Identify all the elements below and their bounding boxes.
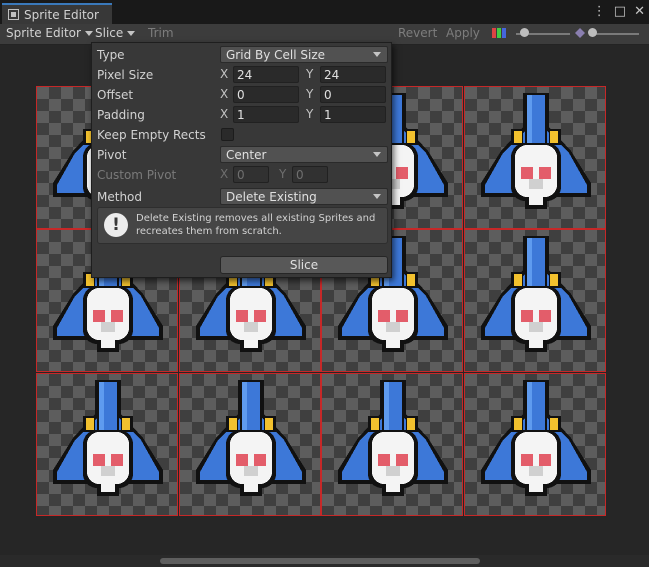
padding-y-label: Y [306, 107, 314, 121]
chevron-down-icon [84, 31, 93, 36]
slice-button[interactable]: Slice [220, 256, 388, 274]
pixel-size-x-label: X [220, 67, 229, 81]
pixel-size-label: Pixel Size [97, 68, 154, 82]
window-tab-bar: Sprite Editor ⋮ □ ✕ [0, 0, 649, 24]
custom-pivot-x-field: 0 [233, 166, 269, 183]
spaceship-sprite [481, 380, 591, 496]
type-label: Type [97, 48, 125, 62]
padding-y-field[interactable]: 1 [320, 106, 386, 123]
spaceship-sprite [481, 93, 591, 209]
maximize-icon[interactable]: □ [614, 4, 626, 19]
method-dropdown[interactable]: Delete Existing [220, 188, 388, 205]
keep-empty-rects-checkbox[interactable] [221, 128, 234, 141]
method-label: Method [97, 190, 143, 204]
sprite-cell[interactable] [464, 229, 606, 372]
tab-sprite-editor[interactable]: Sprite Editor [2, 3, 112, 24]
sprite-editor-dropdown[interactable]: Sprite Editor [6, 26, 93, 40]
type-dropdown[interactable]: Grid By Cell Size [220, 46, 388, 63]
revert-button[interactable]: Revert [398, 26, 437, 40]
mipmap-icon [575, 28, 585, 38]
offset-y-field[interactable]: 0 [320, 86, 386, 103]
pivot-dropdown[interactable]: Center [220, 146, 388, 163]
sprite-cell[interactable] [36, 373, 178, 516]
padding-label: Padding [97, 108, 145, 122]
apply-button[interactable]: Apply [446, 26, 480, 40]
window-controls: ⋮ □ ✕ [593, 4, 645, 19]
sprite-cell[interactable] [179, 373, 321, 516]
chevron-down-icon [127, 31, 136, 36]
custom-pivot-y-field: 0 [292, 166, 328, 183]
close-icon[interactable]: ✕ [634, 4, 645, 19]
more-options-icon[interactable]: ⋮ [593, 4, 606, 19]
sprite-cell[interactable] [464, 86, 606, 229]
offset-x-field[interactable]: 0 [233, 86, 299, 103]
spaceship-sprite [196, 380, 306, 496]
chevron-down-icon [373, 152, 381, 157]
trim-button[interactable]: Trim [148, 26, 174, 40]
sprite-cell[interactable] [321, 373, 463, 516]
offset-label: Offset [97, 88, 134, 102]
chevron-down-icon [373, 52, 381, 57]
horizontal-scrollbar[interactable] [0, 555, 649, 567]
color-channels-icon[interactable] [492, 28, 506, 38]
custom-pivot-y-label: Y [279, 167, 287, 181]
offset-x-label: X [220, 87, 229, 101]
padding-x-field[interactable]: 1 [233, 106, 299, 123]
custom-pivot-label: Custom Pivot [97, 168, 177, 182]
slice-dropdown[interactable]: Slice [95, 26, 136, 40]
tab-title: Sprite Editor [24, 7, 99, 22]
horizontal-scrollbar-thumb[interactable] [160, 558, 480, 564]
sprite-editor-dropdown-label: Sprite Editor [6, 26, 81, 40]
slice-dropdown-label: Slice [95, 26, 124, 40]
pivot-dropdown-value: Center [226, 147, 267, 162]
padding-x-label: X [220, 107, 229, 121]
slice-popup: Type Grid By Cell Size Pixel Size X 24 Y… [91, 42, 392, 278]
mip-level-slider-handle[interactable] [588, 28, 597, 37]
custom-pivot-x-label: X [220, 167, 229, 181]
sprite-cell[interactable] [464, 373, 606, 516]
zoom-slider-handle[interactable] [520, 28, 529, 37]
pixel-size-x-field[interactable]: 24 [233, 66, 299, 83]
pivot-label: Pivot [97, 148, 127, 162]
offset-y-label: Y [306, 87, 314, 101]
help-box: ! Delete Existing removes all existing S… [97, 207, 388, 244]
spaceship-sprite [481, 236, 591, 352]
spaceship-sprite [53, 380, 163, 496]
info-icon: ! [104, 213, 128, 237]
pixel-size-y-field[interactable]: 24 [320, 66, 386, 83]
pixel-size-y-label: Y [306, 67, 314, 81]
chevron-down-icon [373, 194, 381, 199]
type-dropdown-value: Grid By Cell Size [226, 47, 326, 62]
help-text: Delete Existing removes all existing Spr… [136, 213, 376, 237]
spaceship-sprite [338, 380, 448, 496]
keep-empty-rects-label: Keep Empty Rects [97, 128, 206, 142]
method-dropdown-value: Delete Existing [226, 189, 317, 204]
sprite-editor-icon [8, 9, 19, 20]
